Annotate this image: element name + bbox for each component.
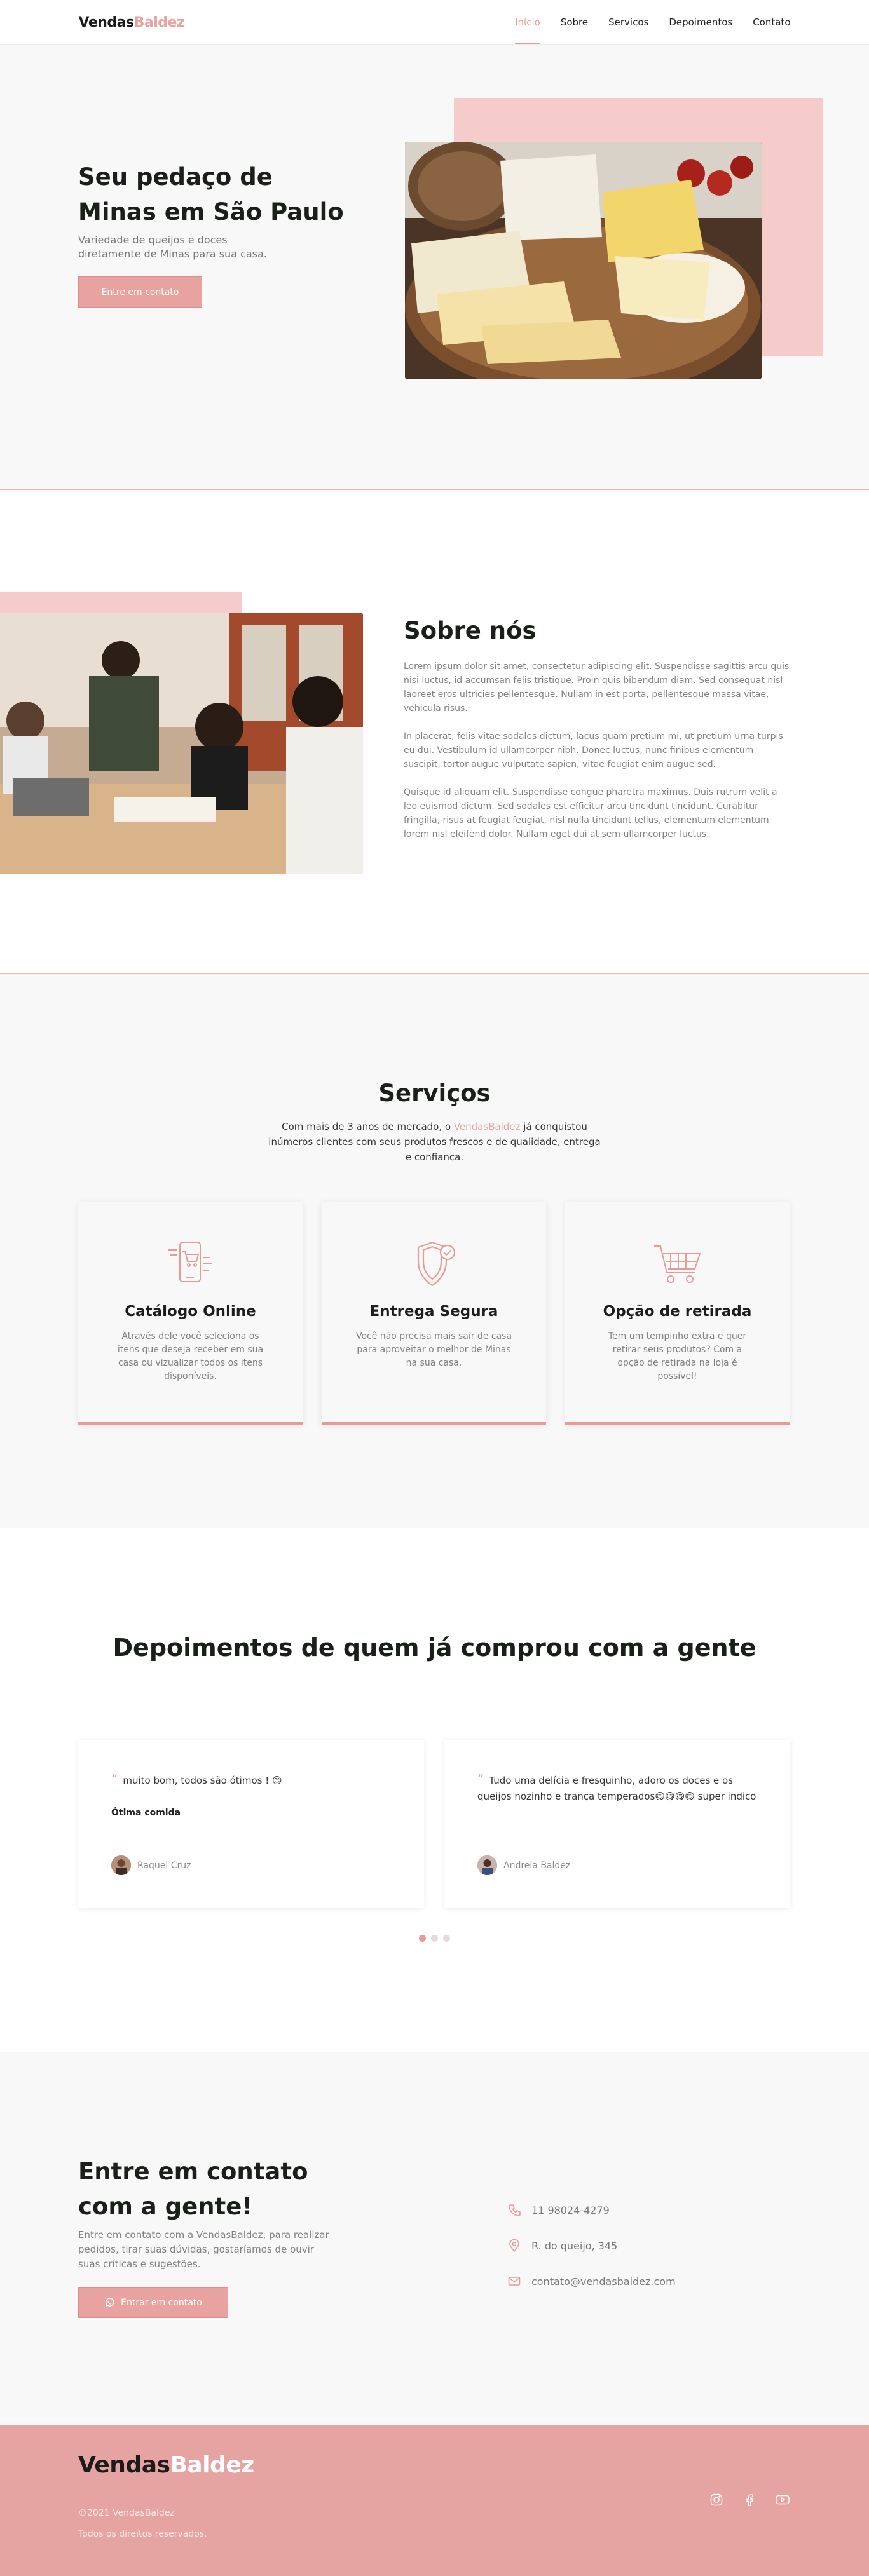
about-decor-block [0,592,242,613]
footer-copyright: ©2021 VendasBaldez Todos os direitos res… [78,2503,207,2545]
service-text-delivery: Você não precisa mais sair de casa para … [355,1331,512,1368]
mail-icon [508,2277,521,2286]
testimonial-author: Raquel Cruz [111,1855,191,1875]
service-title-delivery: Entrega Segura [369,1303,498,1320]
testimonial-author-name: Raquel Cruz [137,1860,191,1871]
nav-depoimentos[interactable]: Depoimentos [659,0,742,44]
services-title: Serviços [378,1080,491,1107]
contact-phone[interactable]: 11 98024-4279 [507,2192,676,2228]
quote-icon: “ [111,1772,118,1787]
contact-description: Entre em contato com a VendasBaldez, par… [78,2229,329,2270]
contact-phone-text: 11 98024-4279 [531,2204,610,2216]
contact-email[interactable]: contato@vendasbaldez.com [507,2263,676,2299]
testimonial-quote-text: Tudo uma delícia e fresquinho, adoro os … [477,1775,756,1802]
instagram-icon[interactable] [708,2491,725,2509]
about-text: Sobre nós Lorem ipsum dolor sit amet, co… [404,617,791,855]
about-paragraph-3: Quisque id aliquam elit. Suspendisse con… [404,787,777,839]
testimonial-card: “ muito bom, todos são ótimos ! 😊 Ótima c… [78,1740,424,1908]
contact-whatsapp-button[interactable]: Entrar em contato [78,2287,228,2318]
carousel-dot[interactable] [431,1935,438,1942]
testimonial-quote: “Tudo uma delícia e fresquinho, adoro os… [477,1772,757,1805]
carousel-dot[interactable] [419,1935,426,1942]
quote-icon: “ [477,1772,484,1787]
services-lead: Com mais de 3 anos de mercado, o VendasB… [267,1119,602,1165]
hero-subtitle: Variedade de queijos e doces diretamente… [78,234,267,260]
contact-address-text: R. do queijo, 345 [531,2239,618,2252]
service-title-catalog: Catálogo Online [125,1303,256,1320]
services-section: Serviços Com mais de 3 anos de mercado, … [0,974,869,1528]
phone-cart-icon [168,1242,212,1282]
footer-copyright-line: ©2021 VendasBaldez [78,2508,175,2518]
footer-logo-part1: Vendas [78,2452,170,2478]
service-text-pickup: Tem um tempinho extra e quer retirar seu… [608,1331,747,1381]
services-lead-text: Com mais de 3 anos de mercado, o [282,1121,454,1132]
testimonials-title: Depoimentos de quem já comprou com a gen… [113,1634,756,1662]
service-card-catalog[interactable]: Catálogo Online Através dele você seleci… [78,1202,303,1425]
footer-logo-part2: Baldez [170,2452,254,2478]
contact-info-list: 11 98024-4279 R. do queijo, 345 contato@… [507,2192,676,2299]
contact-section: Entre em contato com a gente! Entre em c… [0,2052,869,2425]
team-meeting-image [0,613,363,874]
avatar [477,1855,497,1875]
brand-part2: Baldez [133,14,185,31]
services-cards: Catálogo Online Através dele você seleci… [78,1202,790,1425]
testimonials-carousel: “ muito bom, todos são ótimos ! 😊 Ótima c… [78,1740,790,1908]
carousel-dot[interactable] [443,1935,450,1942]
youtube-icon[interactable] [774,2491,791,2509]
service-title-pickup: Opção de retirada [603,1303,752,1320]
nav-sobre[interactable]: Sobre [551,0,598,44]
phone-icon [509,2204,521,2216]
contact-button-label: Entrar em contato [121,2297,202,2308]
about-paragraph-2: In placerat, felis vitae sodales dictum,… [404,731,783,769]
shopping-cart-icon [653,1245,701,1283]
nav-inicio[interactable]: Início [505,0,551,44]
testimonial-quote: “ muito bom, todos são ótimos ! 😊 [111,1772,391,1789]
testimonial-card: “Tudo uma delícia e fresquinho, adoro os… [444,1740,790,1908]
services-lead-brand: VendasBaldez [453,1121,521,1132]
contact-title: Entre em contato com a gente! [78,2158,308,2220]
nav-contato[interactable]: Contato [742,0,790,44]
testimonial-quote-text: muito bom, todos são ótimos ! 😊 [123,1775,282,1786]
about-title: Sobre nós [404,617,537,644]
hero-text: Seu pedaço de Minas em São Paulo Varieda… [78,159,358,308]
hero-title: Seu pedaço de Minas em São Paulo [78,163,344,226]
social-links [708,2491,791,2509]
site-footer: VendasBaldez ©2021 VendasBaldez Todos os… [0,2425,869,2576]
footer-rights-line: Todos os direitos reservados. [78,2529,207,2539]
contact-email-text: contato@vendasbaldez.com [531,2275,676,2288]
whatsapp-icon [106,2297,114,2307]
site-header: VendasBaldez Início Sobre Serviços Depoi… [0,0,869,45]
hero-contact-button[interactable]: Entre em contato [78,276,202,308]
contact-text: Entre em contato com a gente! Entre em c… [78,2154,358,2318]
hero-section: Seu pedaço de Minas em São Paulo Varieda… [0,45,869,490]
about-section: Sobre nós Lorem ipsum dolor sit amet, co… [0,490,869,974]
main-nav: Início Sobre Serviços Depoimentos Contat… [505,0,791,44]
carousel-pagination [0,1935,869,1942]
service-text-catalog: Através dele você seleciona os itens que… [117,1331,264,1381]
testimonial-title: Ótima comida [111,1808,181,1818]
brand-part1: Vendas [78,14,135,31]
map-pin-icon [509,2239,519,2253]
testimonials-section: Depoimentos de quem já comprou com a gen… [0,1528,869,2052]
service-card-delivery[interactable]: Entrega Segura Você não precisa mais sai… [322,1202,546,1425]
about-paragraph-1: Lorem ipsum dolor sit amet, consectetur … [404,661,790,714]
brand-logo[interactable]: VendasBaldez [79,15,185,31]
footer-logo[interactable]: VendasBaldez [78,2452,254,2478]
nav-servicos[interactable]: Serviços [598,0,659,44]
avatar [111,1855,131,1875]
shield-check-icon [417,1241,455,1287]
testimonial-author: Andreia Baldez [477,1855,570,1875]
testimonial-author-name: Andreia Baldez [503,1860,571,1871]
cheese-board-image [405,142,762,379]
contact-address[interactable]: R. do queijo, 345 [507,2228,676,2263]
service-card-pickup[interactable]: Opção de retirada Tem um tempinho extra … [565,1202,790,1425]
facebook-icon[interactable] [741,2491,758,2509]
